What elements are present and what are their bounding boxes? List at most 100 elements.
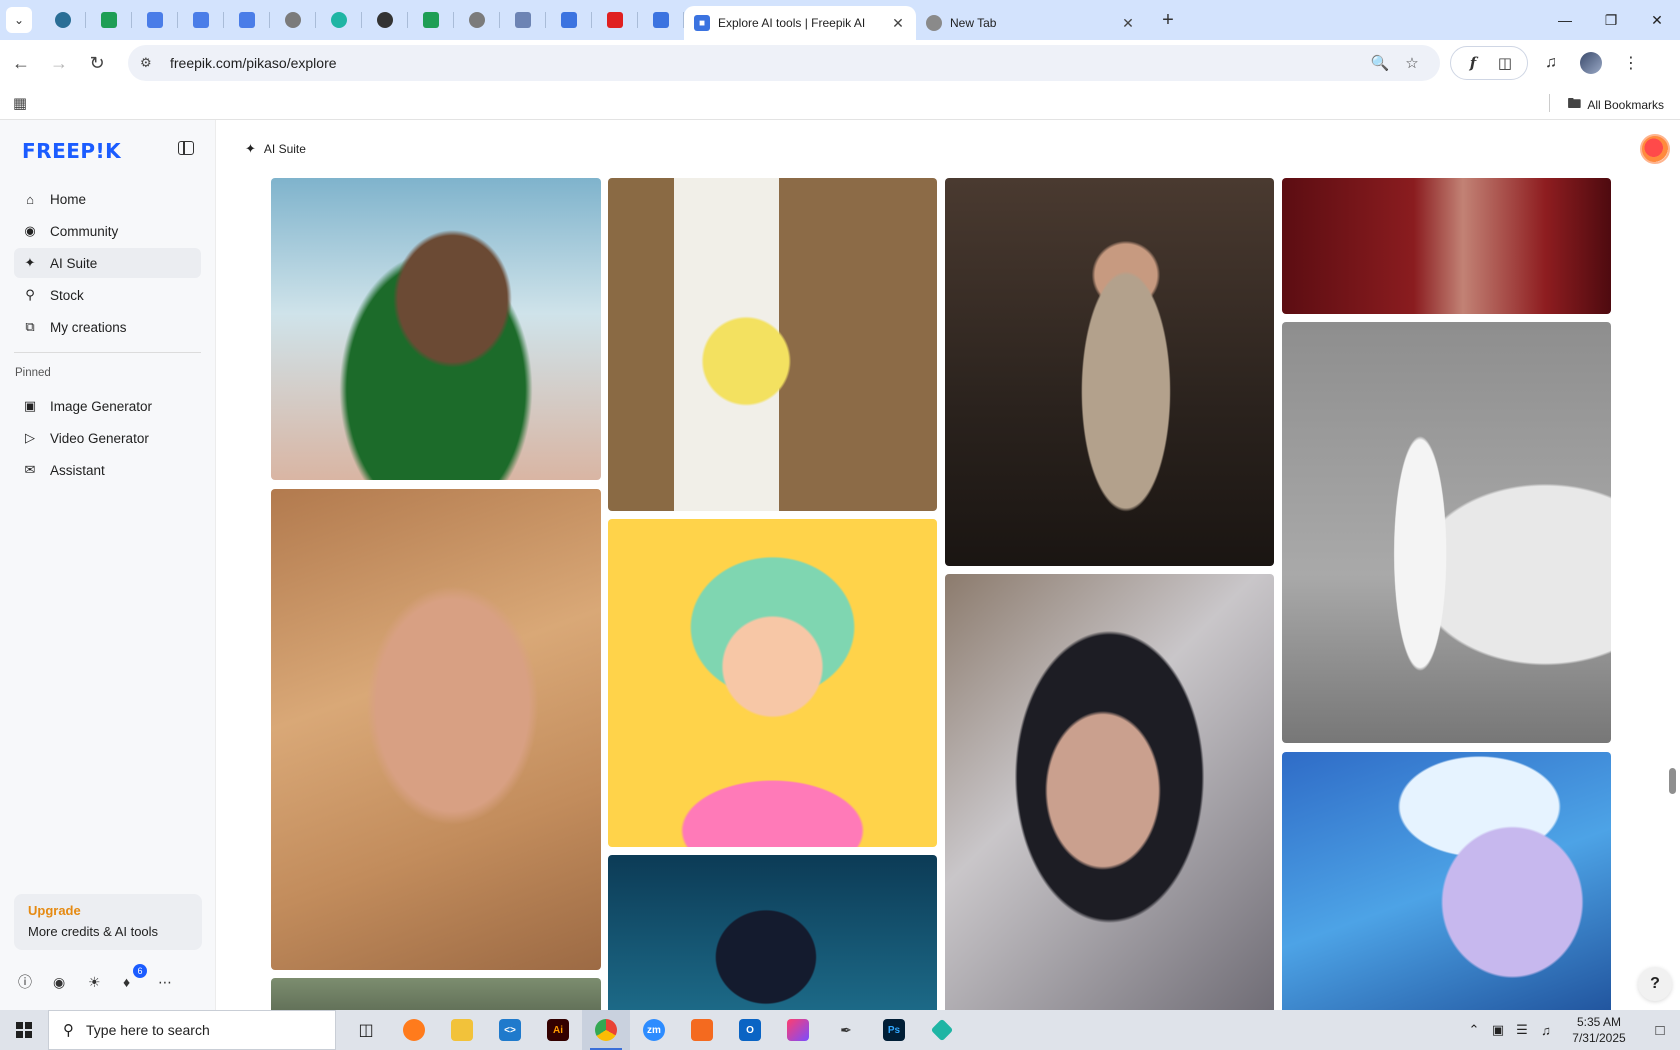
tab-search-button[interactable]: ⌄ xyxy=(6,7,32,33)
system-clock[interactable]: 5:35 AM 7/31/2025 xyxy=(1558,1014,1640,1046)
pinned-tab[interactable] xyxy=(592,0,638,40)
url-text[interactable]: freepik.com/pikaso/explore xyxy=(170,55,1364,71)
tab-explore-ai-tools[interactable]: ■ Explore AI tools | Freepik AI ✕ xyxy=(684,6,916,40)
sidebar-item-home[interactable]: ⌂ Home xyxy=(14,184,201,214)
close-icon[interactable]: ✕ xyxy=(890,15,906,32)
sidebar-item-image-generator[interactable]: ▣ Image Generator xyxy=(14,391,201,421)
close-window-icon[interactable]: ✕ xyxy=(1634,0,1680,40)
pinned-tab[interactable] xyxy=(86,0,132,40)
freepik-logo[interactable]: FREEP!K xyxy=(22,139,121,163)
help-circle-icon[interactable]: ⓘ xyxy=(18,970,53,994)
forward-arrow-icon[interactable]: → xyxy=(42,46,76,80)
restore-icon[interactable]: ❐ xyxy=(1588,0,1634,40)
pinned-tab[interactable] xyxy=(408,0,454,40)
chevron-up-icon[interactable]: ⌃ xyxy=(1462,1022,1486,1038)
pinned-tab[interactable] xyxy=(500,0,546,40)
sidebar-item-stock[interactable]: ⚲ Stock xyxy=(14,280,201,310)
bookmarks-bar: ▦ 🖿 All Bookmarks xyxy=(0,86,1680,120)
task-view-icon[interactable]: ◫ xyxy=(342,1010,390,1050)
pinned-tab[interactable] xyxy=(546,0,592,40)
sidebar-item-community[interactable]: ◉ Community xyxy=(14,216,201,246)
illustrator-icon[interactable]: Ai xyxy=(534,1010,582,1050)
breadcrumb[interactable]: AI Suite xyxy=(264,142,306,156)
windows-start-icon[interactable] xyxy=(0,1010,48,1050)
main-content: ✦ AI Suite ? xyxy=(217,120,1680,1010)
star-icon[interactable]: ☆ xyxy=(1396,54,1428,72)
vscode-icon[interactable]: <> xyxy=(486,1010,534,1050)
puzzle-icon[interactable]: ◫ xyxy=(1489,49,1521,77)
media-controls-icon[interactable]: ♫ xyxy=(1534,46,1568,80)
gallery-image-column1-next[interactable] xyxy=(271,978,601,1010)
search-icon: ⚲ xyxy=(25,287,35,302)
file-explorer-icon[interactable] xyxy=(438,1010,486,1050)
profile-icon[interactable] xyxy=(1574,46,1608,80)
outlook-icon[interactable]: O xyxy=(726,1010,774,1050)
taskbar-search[interactable]: ⚲ Type here to search xyxy=(48,1010,336,1050)
gallery-image-blue-portrait[interactable] xyxy=(1282,752,1611,1010)
pinned-tab[interactable] xyxy=(454,0,500,40)
volume-icon[interactable]: ♫ xyxy=(1534,1023,1558,1038)
minimize-icon[interactable]: — xyxy=(1542,0,1588,40)
gallery-image-green-veil-portrait[interactable] xyxy=(271,178,601,480)
firefox-icon[interactable] xyxy=(390,1010,438,1050)
sidebar-collapse-icon[interactable] xyxy=(178,141,194,155)
site-settings-icon[interactable]: ⚙ xyxy=(140,55,160,71)
address-bar[interactable]: ⚙ freepik.com/pikaso/explore 🔍 ☆ xyxy=(128,45,1440,81)
pinned-section-label: Pinned xyxy=(15,367,51,379)
gallery-image-anime-swordsman[interactable] xyxy=(608,855,937,1010)
gallery-image-plastic-wrap-portrait[interactable] xyxy=(945,574,1274,1010)
gallery-image-man-in-suit[interactable] xyxy=(945,178,1274,566)
new-tab-button[interactable]: + xyxy=(1154,6,1182,34)
pinned-tab[interactable] xyxy=(638,0,684,40)
pinned-tab[interactable] xyxy=(40,0,86,40)
font-extension-icon[interactable]: f xyxy=(1457,49,1489,77)
pinned-tab[interactable] xyxy=(132,0,178,40)
app-teal-icon[interactable] xyxy=(918,1010,966,1050)
action-center-icon[interactable]: □ xyxy=(1640,1022,1680,1039)
sun-icon[interactable]: ☀ xyxy=(88,970,123,994)
pinned-tab[interactable] xyxy=(270,0,316,40)
gallery-image-red-lips-closeup[interactable] xyxy=(1282,178,1611,314)
sidebar-item-assistant[interactable]: ✉ Assistant xyxy=(14,455,201,485)
zoom-icon[interactable]: 🔍 xyxy=(1364,54,1396,72)
scrollbar-thumb[interactable] xyxy=(1669,768,1676,794)
pinned-tab[interactable] xyxy=(362,0,408,40)
zoom-icon[interactable]: zm xyxy=(630,1010,678,1050)
app-orange-icon[interactable] xyxy=(678,1010,726,1050)
upgrade-card[interactable]: Upgrade More credits & AI tools xyxy=(14,894,202,950)
photoshop-icon[interactable]: Ps xyxy=(870,1010,918,1050)
discord-icon[interactable]: ◉ xyxy=(53,970,88,994)
chrome-icon[interactable] xyxy=(582,1010,630,1050)
pinned-tab[interactable] xyxy=(178,0,224,40)
tab-title: Explore AI tools | Freepik AI xyxy=(718,16,866,30)
more-icon[interactable]: ⋯ xyxy=(158,970,193,994)
stack-icon: ⧉ xyxy=(25,319,35,334)
forms-icon xyxy=(653,12,669,28)
gallery-image-man-with-car[interactable] xyxy=(1282,322,1611,743)
sidebar-item-my-creations[interactable]: ⧉ My creations xyxy=(14,312,201,342)
sidebar-item-label: AI Suite xyxy=(50,255,98,271)
pinned-tab[interactable] xyxy=(224,0,270,40)
gallery-image-yellow-apple[interactable] xyxy=(608,178,937,511)
pen-tool-icon[interactable]: ✒ xyxy=(822,1010,870,1050)
tab-new-tab[interactable]: New Tab ✕ xyxy=(916,6,1146,40)
bell-icon[interactable]: ♦ 6 xyxy=(123,964,158,994)
gallery-image-freckled-woman[interactable] xyxy=(271,489,601,970)
sidebar-item-ai-suite[interactable]: ✦ AI Suite xyxy=(14,248,201,278)
sidebar-item-video-generator[interactable]: ▷ Video Generator xyxy=(14,423,201,453)
all-bookmarks-button[interactable]: 🖿 All Bookmarks xyxy=(1567,93,1664,117)
help-button[interactable]: ? xyxy=(1638,967,1672,1001)
wifi-icon[interactable]: ☰ xyxy=(1510,1022,1534,1038)
close-icon[interactable]: ✕ xyxy=(1120,15,1136,32)
creative-cloud-icon[interactable] xyxy=(774,1010,822,1050)
forms-icon xyxy=(561,12,577,28)
sidebar-item-label: Stock xyxy=(50,287,84,303)
more-menu-icon[interactable]: ⋮ xyxy=(1614,46,1648,80)
user-avatar[interactable] xyxy=(1640,134,1670,164)
reload-icon[interactable]: ↻ xyxy=(80,46,114,80)
apps-grid-icon[interactable]: ▦ xyxy=(10,93,30,113)
back-arrow-icon[interactable]: ← xyxy=(4,46,38,80)
gallery-image-anime-girl[interactable] xyxy=(608,519,937,847)
network-icon[interactable]: ▣ xyxy=(1486,1022,1510,1038)
pinned-tab[interactable] xyxy=(316,0,362,40)
